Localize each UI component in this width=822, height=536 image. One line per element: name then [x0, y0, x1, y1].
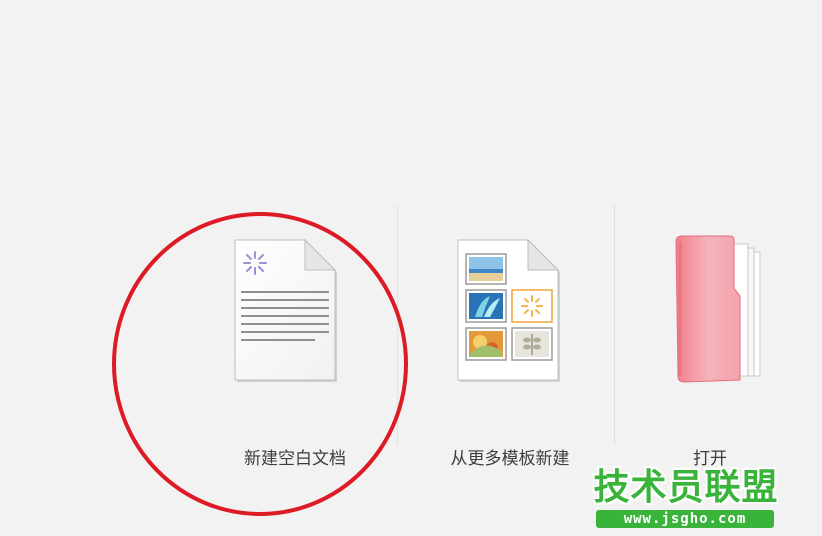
start-page: 新建空白文档 从更多模板新建 打开 技术员联盟 www.jsgho.com	[0, 0, 822, 536]
new-from-template-button[interactable]: 从更多模板新建	[430, 230, 590, 480]
watermark: 技术员联盟 www.jsgho.com	[592, 466, 780, 530]
watermark-title: 技术员联盟	[593, 467, 779, 508]
watermark-url: www.jsgho.com	[596, 510, 774, 528]
new-from-template-label: 从更多模板新建	[450, 449, 570, 469]
blank-document-icon	[234, 238, 337, 382]
new-blank-document-button[interactable]: 新建空白文档	[205, 230, 385, 480]
folder-icon	[675, 235, 761, 383]
divider	[614, 205, 615, 445]
new-blank-document-label: 新建空白文档	[244, 449, 346, 469]
template-document-icon	[457, 238, 560, 382]
divider	[397, 205, 398, 445]
open-button[interactable]: 打开	[640, 230, 780, 480]
